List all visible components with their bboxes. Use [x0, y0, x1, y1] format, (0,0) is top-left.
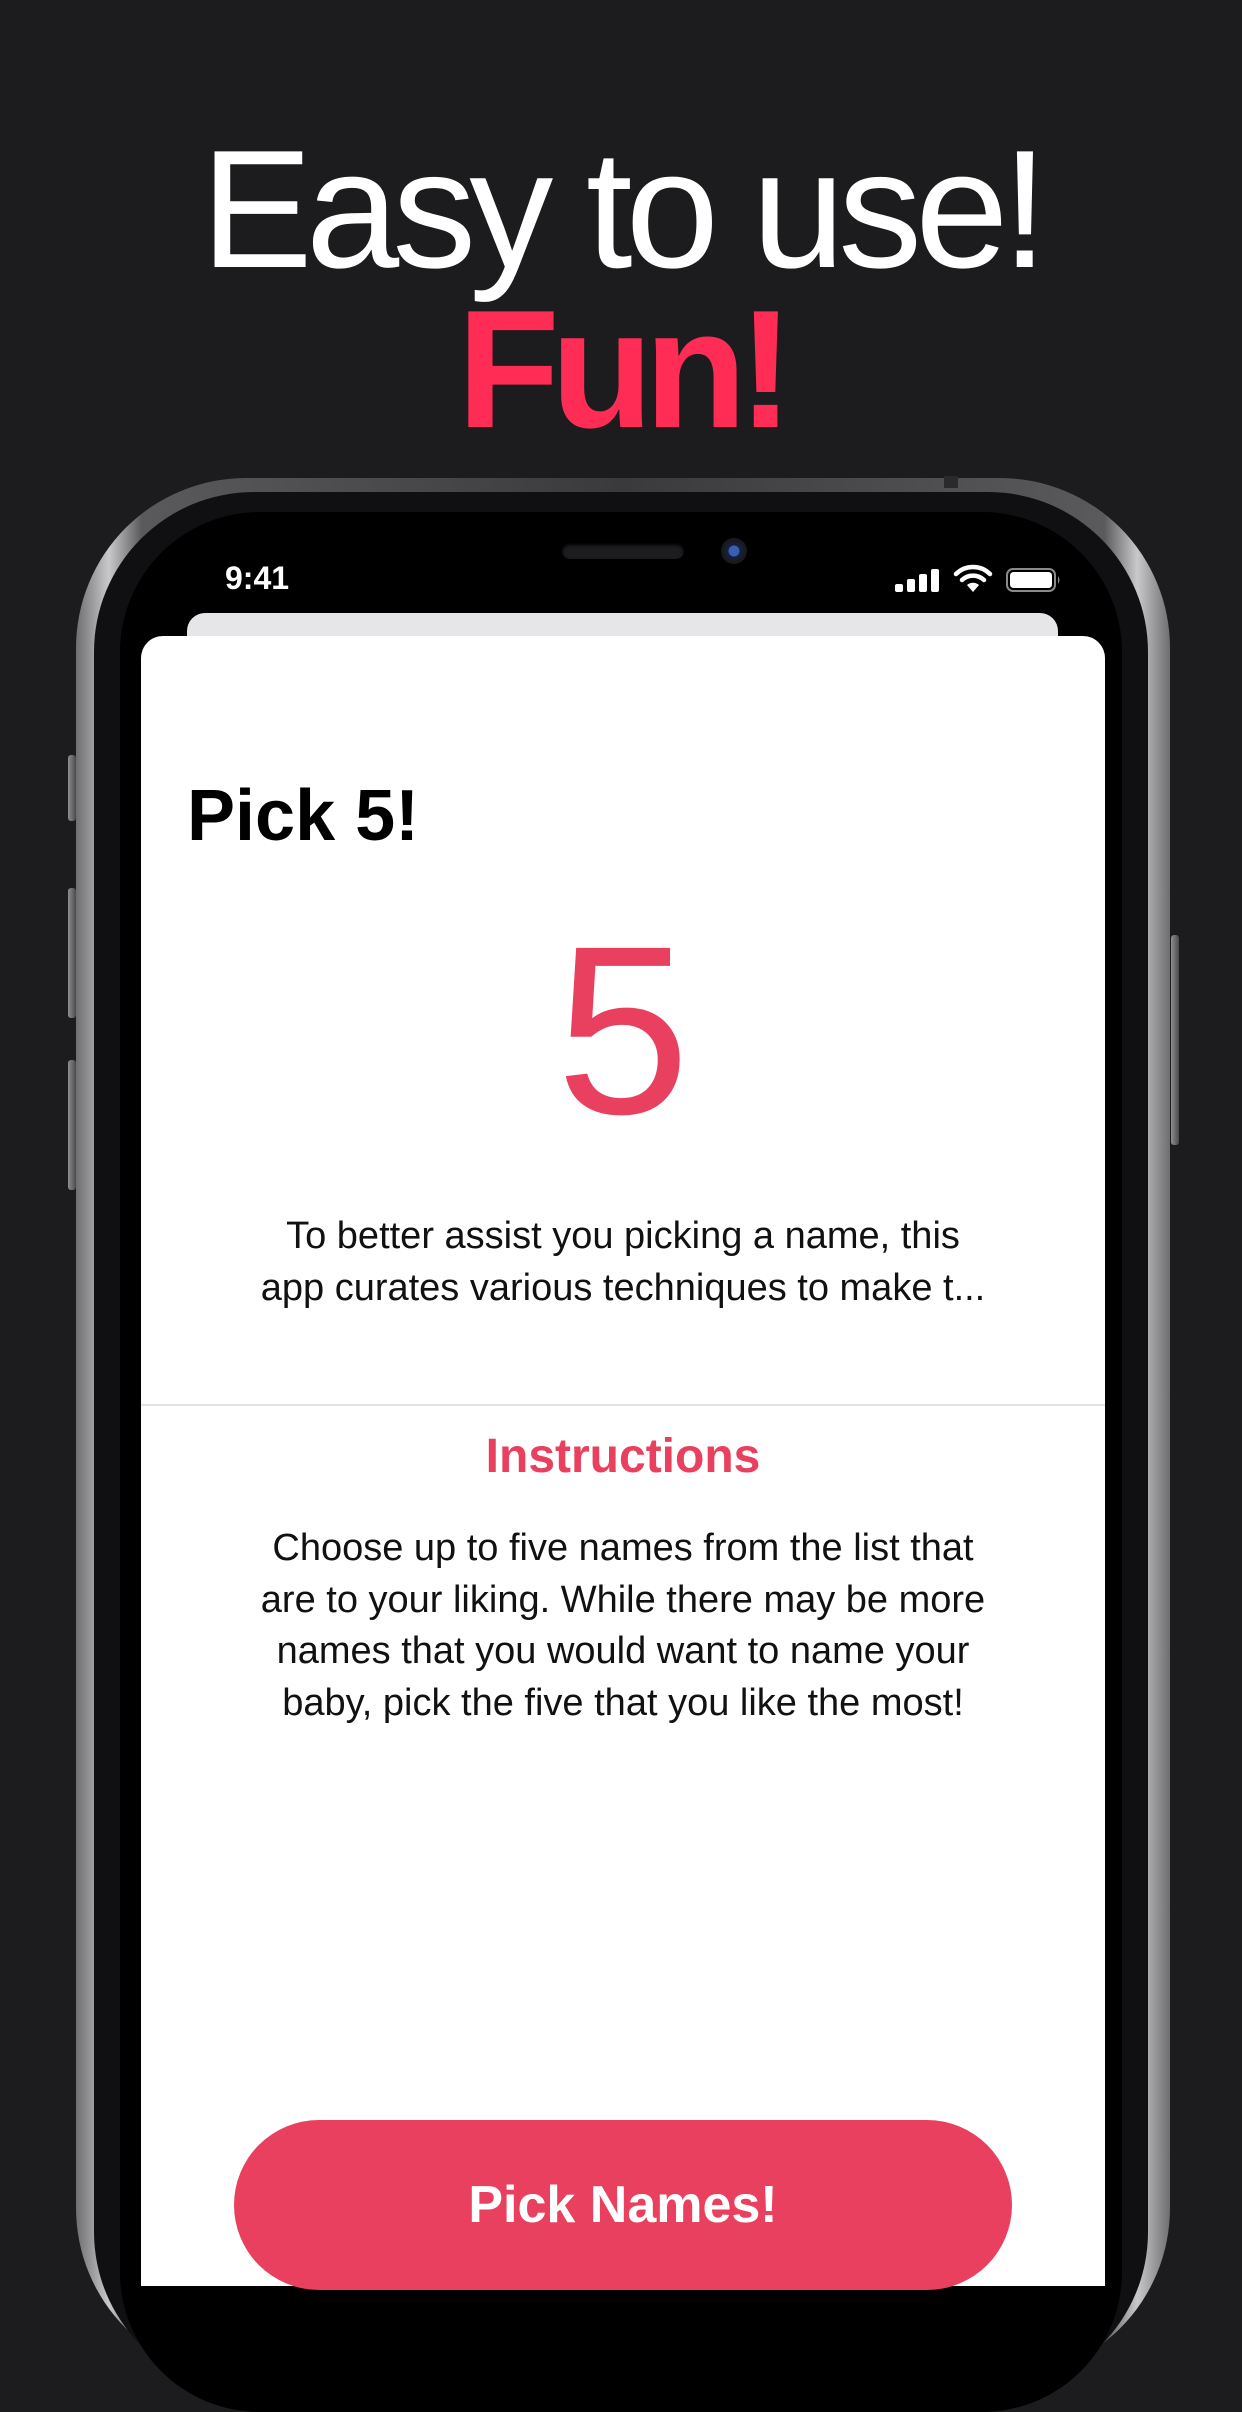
front-camera — [721, 538, 747, 564]
instructions-line: are to your liking. While there may be m… — [260, 1578, 986, 1621]
instructions-line: baby, pick the five that you like the mo… — [282, 1681, 964, 1724]
earpiece-speaker — [562, 543, 684, 559]
divider — [141, 1404, 1105, 1406]
description-line: app curates various techniques to make t… — [260, 1267, 986, 1309]
battery-icon — [1006, 568, 1060, 592]
promo-headline: Easy to use! — [200, 115, 1049, 303]
volume-down-button — [68, 1060, 76, 1190]
wifi-icon — [953, 564, 993, 592]
signal-icon — [895, 568, 941, 592]
description-text: To better assist you picking a name, thi… — [221, 1210, 1025, 1314]
volume-up-button — [68, 888, 76, 1018]
instructions-text: Choose up to five names from the list th… — [221, 1523, 1025, 1729]
antenna-line — [944, 476, 958, 488]
description-line: To better assist you picking a name, thi… — [286, 1215, 960, 1257]
mute-switch — [68, 755, 76, 821]
power-button — [1171, 935, 1179, 1145]
instructions-line: Choose up to five names from the list th… — [272, 1527, 974, 1569]
page-title: Pick 5! — [187, 776, 420, 856]
instructions-heading: Instructions — [485, 1430, 761, 1483]
status-time: 9:41 — [225, 560, 290, 596]
instructions-line: names that you would want to name your — [276, 1630, 970, 1672]
promo-subheadline: Fun! — [457, 275, 794, 463]
pick-count: 5 — [556, 896, 690, 1164]
pick-names-button[interactable]: Pick Names! — [234, 2120, 1012, 2290]
